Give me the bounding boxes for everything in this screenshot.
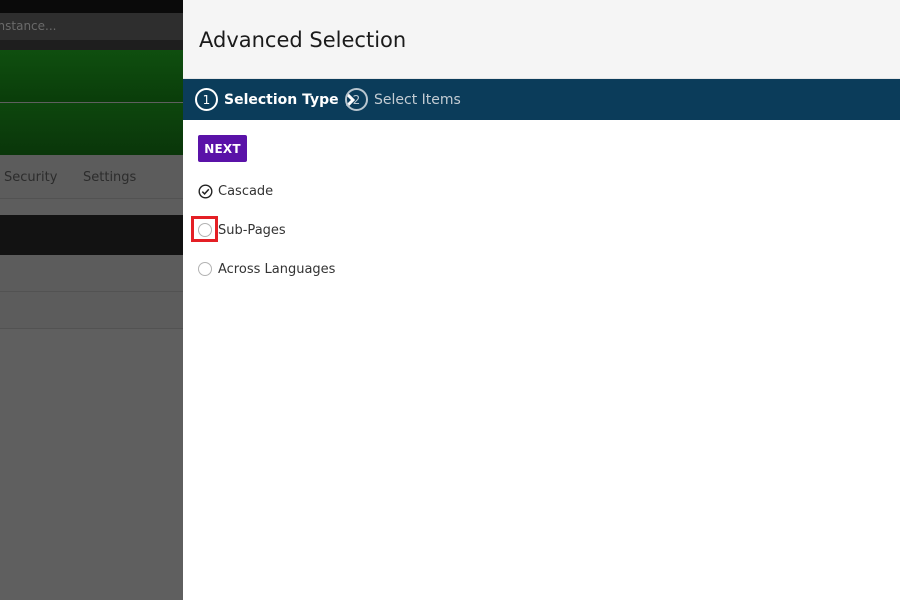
step-label-select-items: Select Items: [374, 91, 461, 108]
step-number-2: 2: [345, 88, 368, 111]
next-button[interactable]: NEXT: [198, 135, 247, 162]
panel-header: Advanced Selection: [183, 0, 900, 79]
background-table-row: [0, 255, 183, 292]
background-tab-settings: Settings: [83, 170, 137, 185]
background-banner-secondary: [0, 103, 183, 155]
background-search-input: Instance...: [0, 13, 183, 40]
wizard-steps: 1 Selection Type 2 Select Items: [183, 79, 900, 120]
option-cascade[interactable]: Cascade: [198, 182, 273, 200]
option-label-sub-pages: Sub-Pages: [218, 222, 286, 238]
panel-title: Advanced Selection: [199, 28, 407, 52]
check-circle-icon: [198, 183, 213, 199]
background-divider: [0, 40, 183, 50]
step-select-items[interactable]: 2 Select Items: [345, 79, 461, 120]
step-number-1: 1: [195, 88, 218, 111]
target-highlight-box: [191, 216, 218, 242]
background-table-header: [0, 215, 183, 255]
option-label-across-languages: Across Languages: [218, 261, 336, 277]
background-tab-security: Security: [4, 170, 58, 185]
step-selection-type[interactable]: 1 Selection Type: [195, 79, 357, 120]
app-root: Instance... Security Settings Advanced S…: [0, 0, 900, 600]
option-across-languages[interactable]: Across Languages: [198, 260, 335, 278]
step-label-selection-type: Selection Type: [224, 91, 339, 108]
background-tabs: Security Settings: [0, 155, 183, 199]
background-topbar: [0, 0, 183, 13]
option-label-cascade: Cascade: [218, 183, 274, 199]
background-banner-primary: [0, 50, 183, 102]
radio-empty-icon[interactable]: [198, 262, 212, 276]
background-app-overlay[interactable]: Instance... Security Settings: [0, 0, 183, 600]
advanced-selection-panel: Advanced Selection 1 Selection Type 2 Se…: [183, 0, 900, 600]
background-spacer: [0, 199, 183, 215]
background-table-row: [0, 292, 183, 329]
